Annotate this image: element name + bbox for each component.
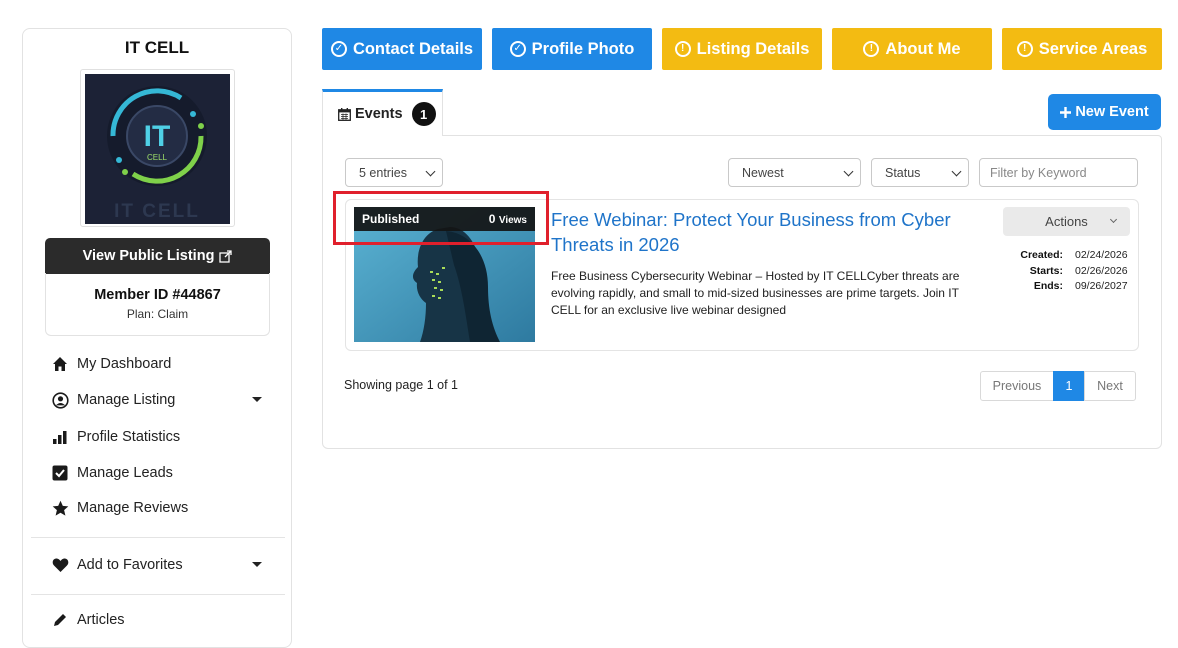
logo-caption: IT CELL [114, 201, 200, 222]
created-date-row: Created: 02/24/2026 [1005, 249, 1130, 261]
listing-details-label: Listing Details [696, 39, 810, 58]
event-title-link[interactable]: Free Webinar: Protect Your Business from… [551, 207, 991, 257]
member-logo: IT CELL IT CELL [80, 69, 235, 227]
sidebar-item-manage-listing[interactable]: Manage Listing [51, 391, 266, 409]
views-label: Views [498, 215, 527, 226]
caret-down-icon [252, 562, 262, 567]
sidebar-item-add-to-favorites[interactable]: Add to Favorites [51, 556, 266, 574]
view-public-listing-button[interactable]: View Public Listing [45, 238, 270, 274]
about-me-label: About Me [885, 39, 961, 58]
new-event-button[interactable]: New Event [1048, 94, 1161, 130]
sidebar-item-profile-statistics[interactable]: Profile Statistics [51, 428, 266, 446]
sidebar-item-label: Add to Favorites [77, 557, 183, 573]
chevron-down-icon [1109, 215, 1118, 224]
plus-icon [1060, 106, 1072, 118]
check-circle-icon: ✓ [509, 41, 526, 57]
entries-select-value: 5 entries [359, 165, 407, 180]
new-event-label: New Event [1075, 104, 1149, 120]
star-icon [51, 499, 69, 517]
event-status-bar: Published 0 Views [354, 207, 535, 231]
heart-icon [51, 556, 69, 574]
created-label: Created: [1020, 249, 1063, 261]
exclamation-circle-icon: ! [863, 41, 880, 57]
sidebar-item-label: My Dashboard [77, 356, 172, 372]
member-name: IT CELL [124, 38, 190, 57]
service-areas-button[interactable]: ! Service Areas [1002, 28, 1162, 70]
published-status-label: Published [362, 212, 420, 226]
bar-chart-icon [51, 428, 69, 446]
entries-select[interactable]: 5 entries [345, 158, 443, 187]
sidebar-item-label: Manage Reviews [77, 500, 189, 516]
home-icon [51, 355, 69, 373]
status-select[interactable]: Status [871, 158, 969, 187]
end-date-row: Ends: 09/26/2027 [1005, 280, 1130, 292]
about-me-button[interactable]: ! About Me [832, 28, 992, 70]
next-page-button[interactable]: Next [1084, 371, 1136, 401]
edit-icon [51, 611, 69, 629]
event-actions-dropdown[interactable]: Actions [1003, 207, 1130, 236]
exclamation-circle-icon: ! [1016, 41, 1033, 57]
check-square-icon [51, 464, 69, 482]
sidebar-item-label: Manage Listing [77, 392, 176, 408]
profile-photo-button[interactable]: ✓ Profile Photo [492, 28, 652, 70]
sort-select-value: Newest [742, 165, 784, 180]
chevron-down-icon [843, 166, 854, 177]
pagination: Previous 1 Next [980, 371, 1136, 401]
end-date: 09/26/2027 [1075, 280, 1128, 292]
user-circle-icon [51, 391, 69, 409]
chevron-down-icon [425, 166, 436, 177]
chevron-down-icon [951, 166, 962, 177]
sidebar-item-label: Articles [77, 612, 125, 628]
member-info-box: Member ID #44867 Plan: Claim [45, 273, 270, 336]
starts-label: Starts: [1029, 264, 1063, 277]
event-views-count: 0 Views [489, 212, 527, 226]
sidebar-item-label: Manage Leads [77, 465, 173, 481]
sidebar-item-articles[interactable]: Articles [51, 611, 266, 629]
member-id: Member ID #44867 [94, 287, 221, 303]
previous-page-button[interactable]: Previous [980, 371, 1054, 401]
member-sidebar: IT CELL IT CELL IT CELL View Public List… [22, 28, 292, 648]
contact-details-label: Contact Details [352, 39, 474, 58]
sidebar-divider [31, 594, 285, 595]
logo-mark-sub: CELL [147, 153, 168, 162]
external-link-icon [219, 249, 233, 263]
start-date: 02/26/2026 [1075, 264, 1128, 277]
view-public-listing-label: View Public Listing [82, 248, 215, 264]
page-1-button[interactable]: 1 [1053, 371, 1085, 401]
events-count-badge: 1 [411, 102, 436, 126]
logo-image: IT CELL IT CELL [85, 74, 230, 224]
check-circle-icon: ✓ [330, 41, 347, 57]
sidebar-divider [31, 537, 285, 538]
tab-events-label: Events [355, 106, 403, 122]
logo-mark-text: IT [144, 120, 171, 153]
status-select-value: Status [885, 165, 921, 180]
it-cell-logo-art: IT CELL IT CELL [85, 74, 230, 224]
created-date: 02/24/2026 [1075, 249, 1128, 261]
listing-details-button[interactable]: ! Listing Details [662, 28, 822, 70]
pagination-summary: Showing page 1 of 1 [344, 378, 458, 392]
sidebar-item-my-dashboard[interactable]: My Dashboard [51, 355, 266, 373]
views-number: 0 [488, 212, 496, 226]
sidebar-item-label: Profile Statistics [77, 429, 181, 445]
contact-details-button[interactable]: ✓ Contact Details [322, 28, 482, 70]
exclamation-circle-icon: ! [674, 41, 691, 57]
event-dates: Created: 02/24/2026 Starts: 02/26/2026 E… [1005, 249, 1130, 296]
start-date-row: Starts: 02/26/2026 [1005, 265, 1130, 277]
event-description: Free Business Cybersecurity Webinar – Ho… [551, 269, 960, 317]
sort-select[interactable]: Newest [728, 158, 861, 187]
member-plan: Plan: Claim [126, 307, 189, 321]
event-actions-label: Actions [1045, 214, 1088, 229]
caret-down-icon [252, 397, 262, 402]
sidebar-item-manage-leads[interactable]: Manage Leads [51, 464, 266, 482]
calendar-icon [338, 107, 351, 121]
profile-photo-label: Profile Photo [531, 39, 635, 58]
service-areas-label: Service Areas [1038, 39, 1148, 58]
tab-events[interactable]: Events 1 [322, 89, 443, 136]
ends-label: Ends: [1033, 280, 1063, 292]
sidebar-item-manage-reviews[interactable]: Manage Reviews [51, 499, 266, 517]
keyword-filter-input[interactable] [979, 158, 1138, 187]
